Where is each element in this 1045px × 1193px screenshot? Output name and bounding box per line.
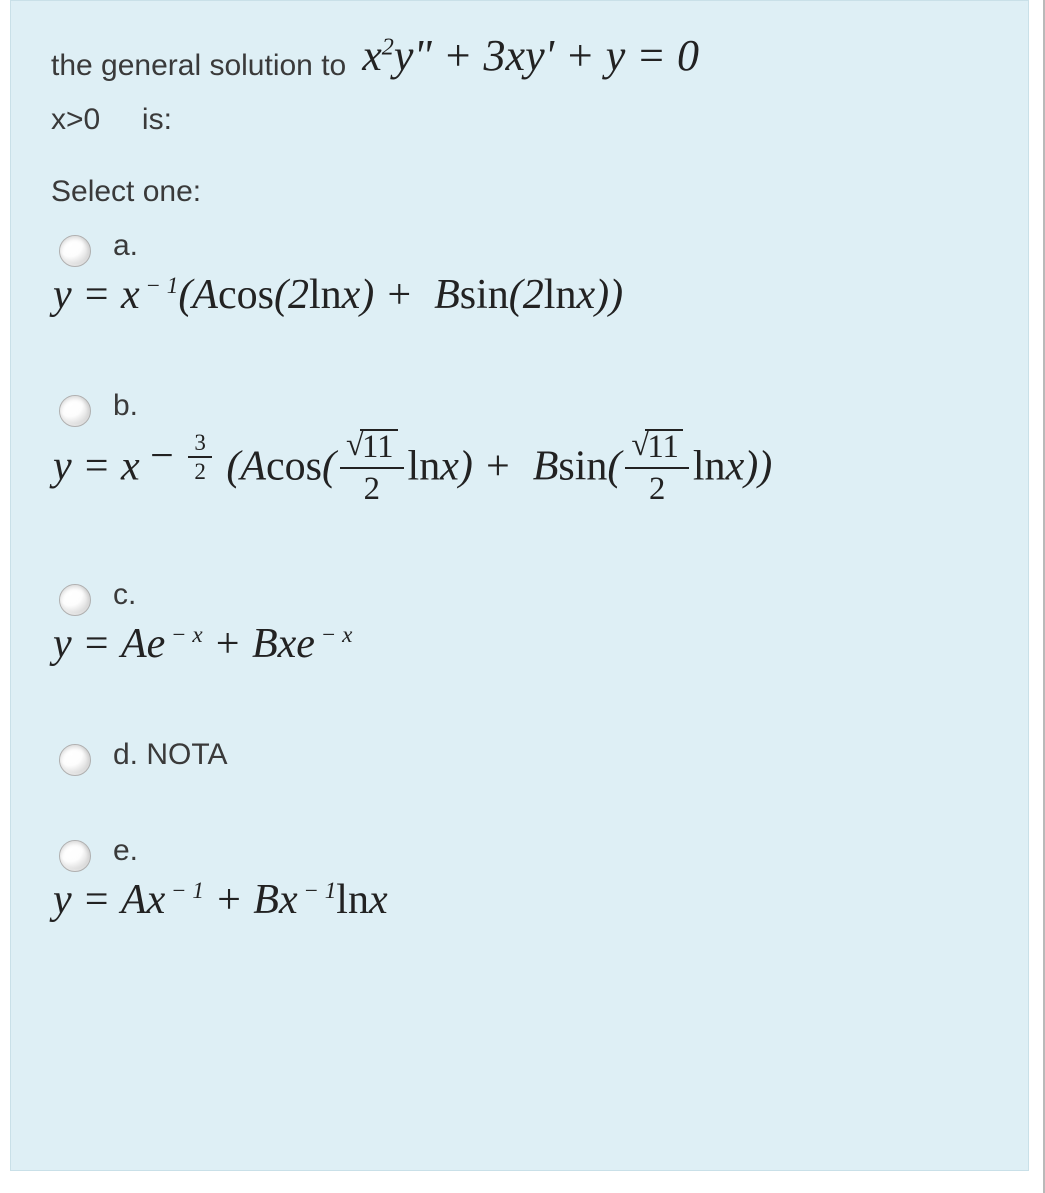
option-e: e. y = Ax − 1 + Bx − 1lnx bbox=[51, 834, 1000, 924]
option-d: d. NOTA bbox=[51, 738, 1000, 780]
question-panel: the general solution to x2y" + 3xy' + y … bbox=[10, 0, 1029, 1171]
question-stem: the general solution to x2y" + 3xy' + y … bbox=[51, 25, 1000, 141]
radio-a[interactable] bbox=[59, 235, 91, 267]
option-e-letter: e. bbox=[113, 834, 388, 868]
radio-b[interactable] bbox=[59, 395, 91, 427]
option-c-letter: c. bbox=[113, 578, 352, 612]
option-e-formula: y = Ax − 1 + Bx − 1lnx bbox=[53, 876, 388, 924]
option-b-formula: y = x − 32 (Acos(112lnx) + Bsin(112lnx)) bbox=[53, 431, 772, 509]
option-c: c. y = Ae − x + Bxe − x bbox=[51, 578, 1000, 668]
page-frame: the general solution to x2y" + 3xy' + y … bbox=[0, 0, 1045, 1193]
option-a-formula: y = x − 1(Acos(2lnx) + Bsin(2lnx)) bbox=[53, 271, 623, 319]
radio-e[interactable] bbox=[59, 840, 91, 872]
radio-d[interactable] bbox=[59, 744, 91, 776]
stem-condition-suffix: is: bbox=[142, 103, 172, 136]
stem-intro: the general solution to bbox=[51, 45, 346, 87]
option-b-letter: b. bbox=[113, 389, 772, 423]
option-b: b. y = x − 32 (Acos(112lnx) + Bsin(112ln… bbox=[51, 389, 1000, 509]
option-a: a. y = x − 1(Acos(2lnx) + Bsin(2lnx)) bbox=[51, 229, 1000, 319]
select-one-prompt: Select one: bbox=[51, 175, 1000, 209]
radio-c[interactable] bbox=[59, 584, 91, 616]
option-a-letter: a. bbox=[113, 229, 623, 263]
option-d-letter: d. NOTA bbox=[113, 738, 227, 772]
option-c-formula: y = Ae − x + Bxe − x bbox=[53, 620, 352, 668]
stem-equation: x2y" + 3xy' + y = 0 bbox=[362, 25, 699, 87]
stem-condition: x>0 bbox=[51, 103, 100, 136]
